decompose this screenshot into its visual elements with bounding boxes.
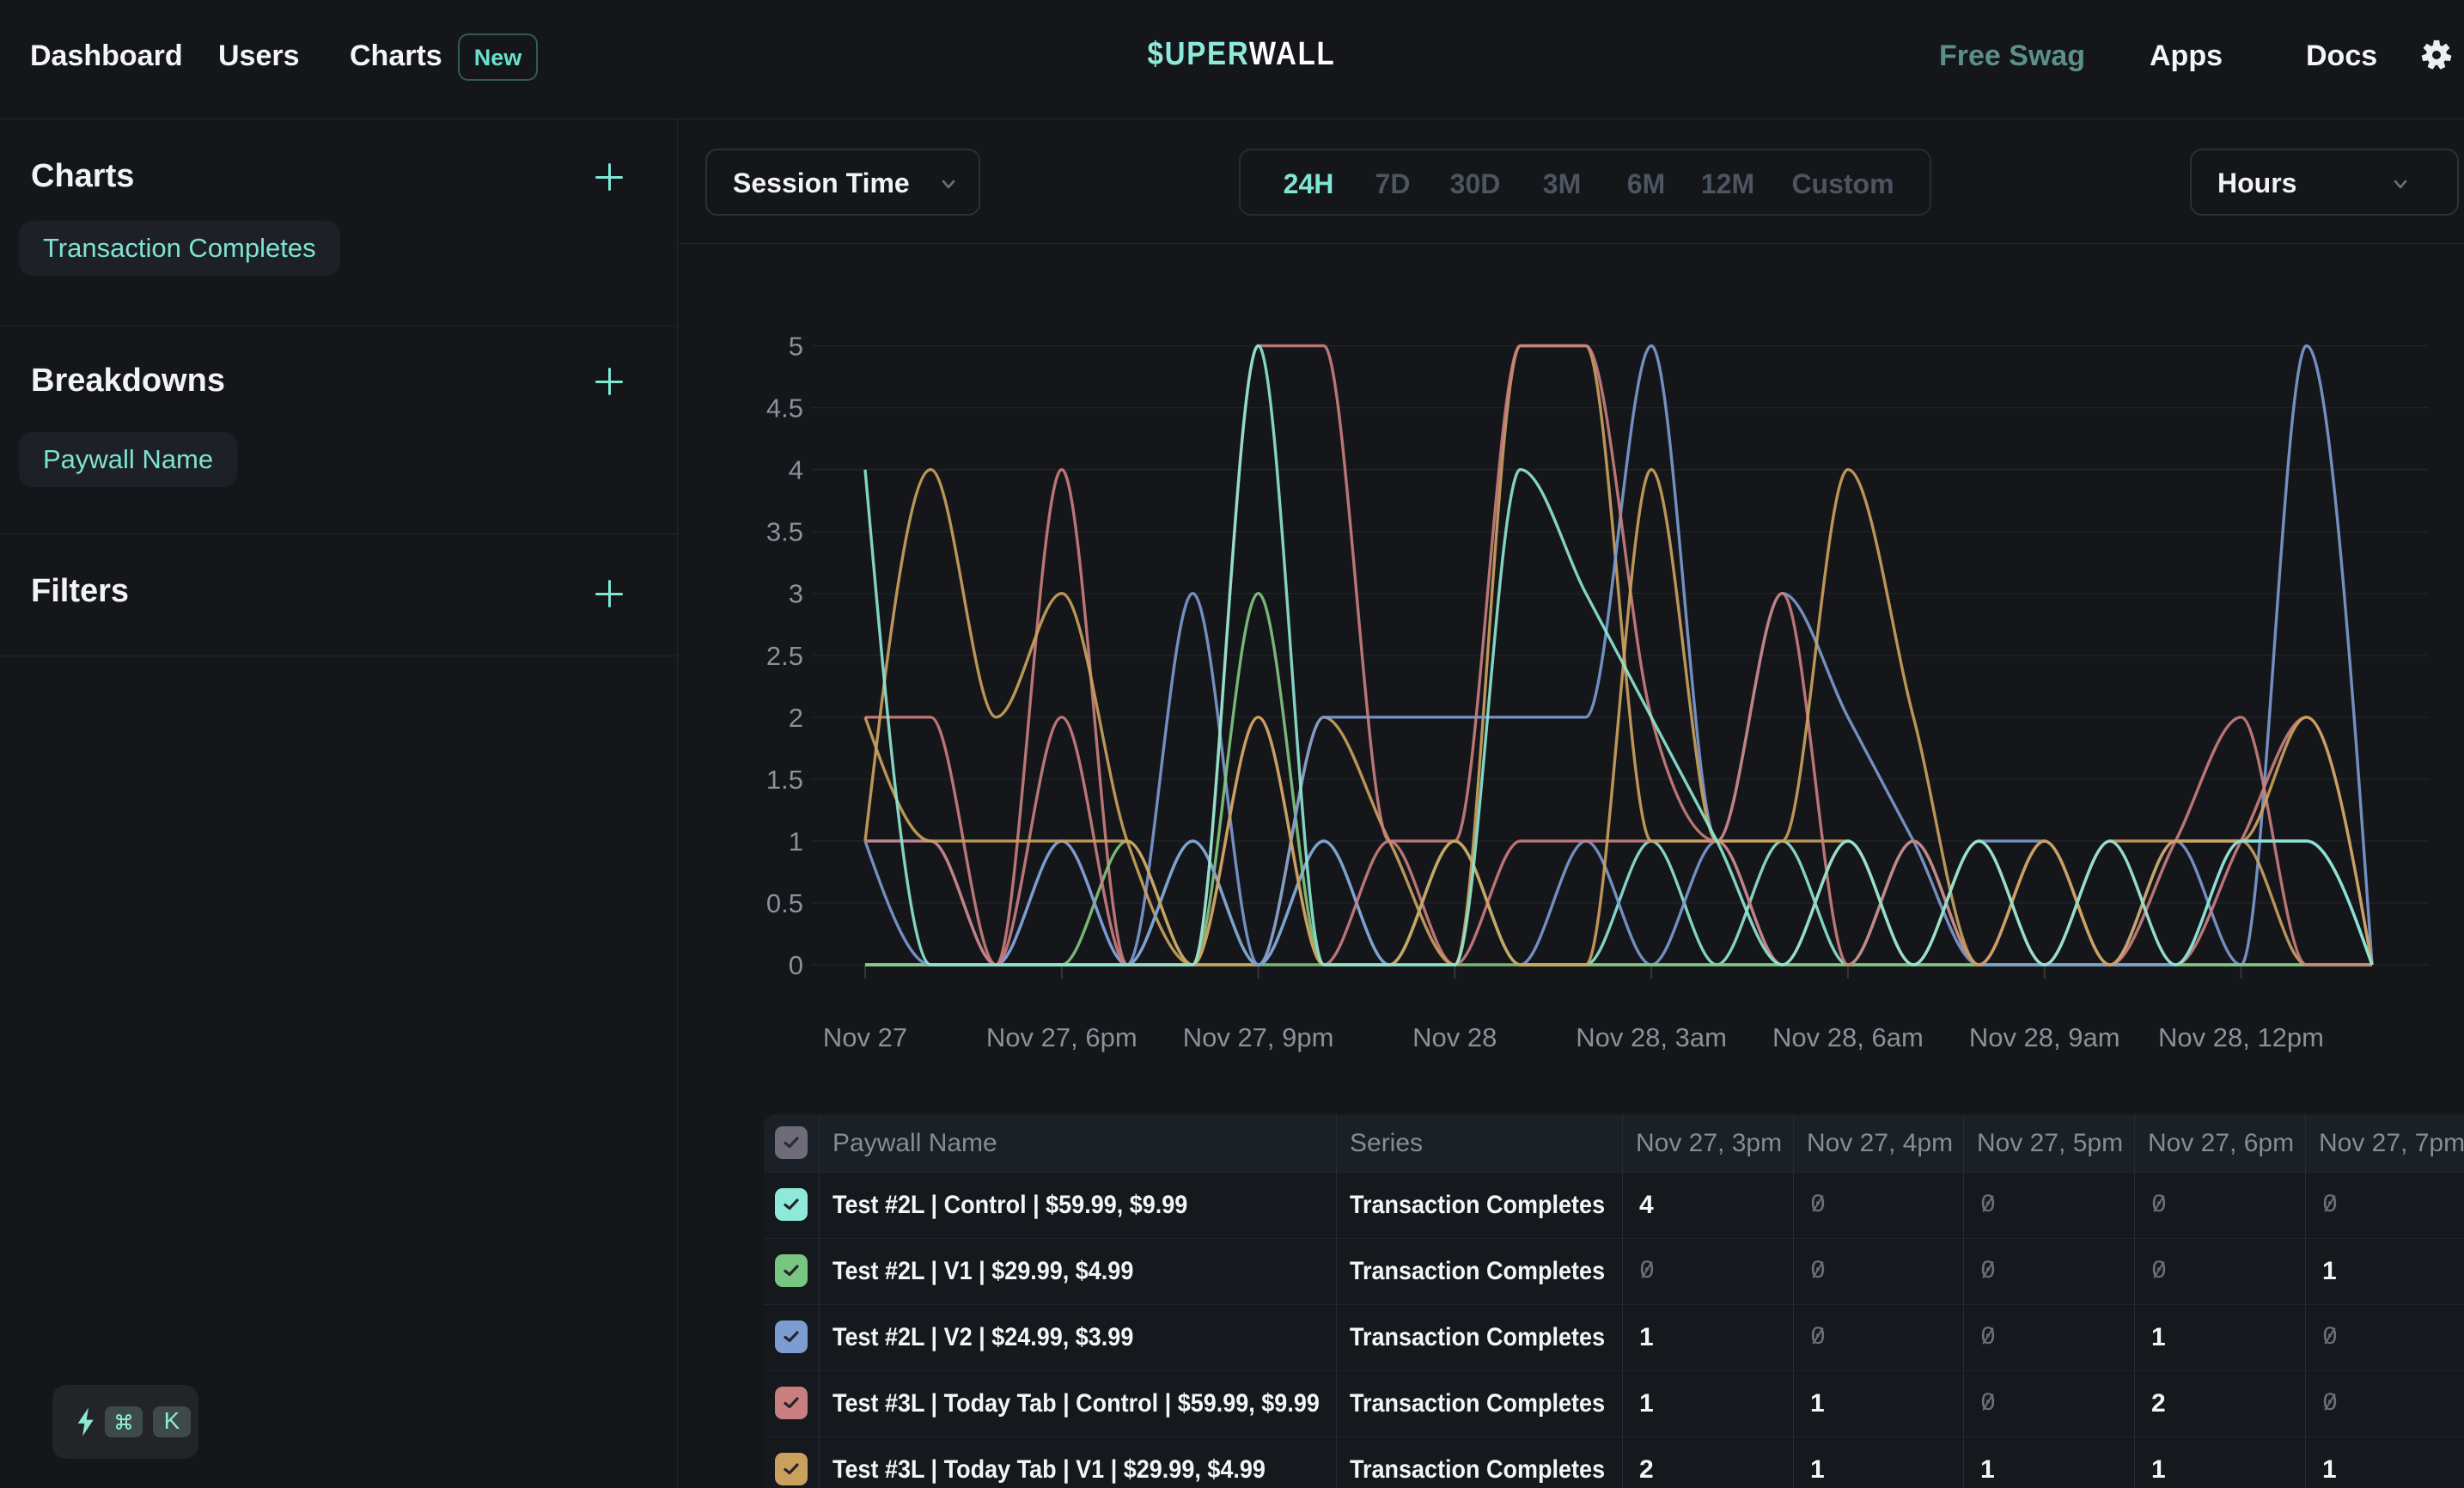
svg-text:3.5: 3.5 (766, 517, 803, 547)
svg-text:2: 2 (789, 703, 803, 733)
svg-text:Nov 27: Nov 27 (823, 1022, 907, 1052)
svg-text:2.5: 2.5 (766, 641, 803, 671)
svg-text:Nov 28, 12pm: Nov 28, 12pm (2158, 1022, 2324, 1052)
svg-text:1.5: 1.5 (766, 765, 803, 795)
svg-text:4.5: 4.5 (766, 393, 803, 424)
svg-text:1: 1 (789, 826, 803, 857)
svg-text:Nov 28: Nov 28 (1412, 1022, 1497, 1052)
svg-text:Nov 27, 6pm: Nov 27, 6pm (986, 1022, 1137, 1052)
svg-text:4: 4 (789, 455, 803, 485)
svg-text:Nov 28, 9am: Nov 28, 9am (1969, 1022, 2120, 1052)
svg-text:Nov 28, 3am: Nov 28, 3am (1576, 1022, 1727, 1052)
svg-text:Nov 27, 9pm: Nov 27, 9pm (1183, 1022, 1334, 1052)
svg-text:5: 5 (789, 332, 803, 362)
svg-text:0.5: 0.5 (766, 888, 803, 918)
svg-text:3: 3 (789, 579, 803, 609)
svg-text:0: 0 (789, 950, 803, 980)
svg-text:Nov 28, 6am: Nov 28, 6am (1772, 1022, 1924, 1052)
